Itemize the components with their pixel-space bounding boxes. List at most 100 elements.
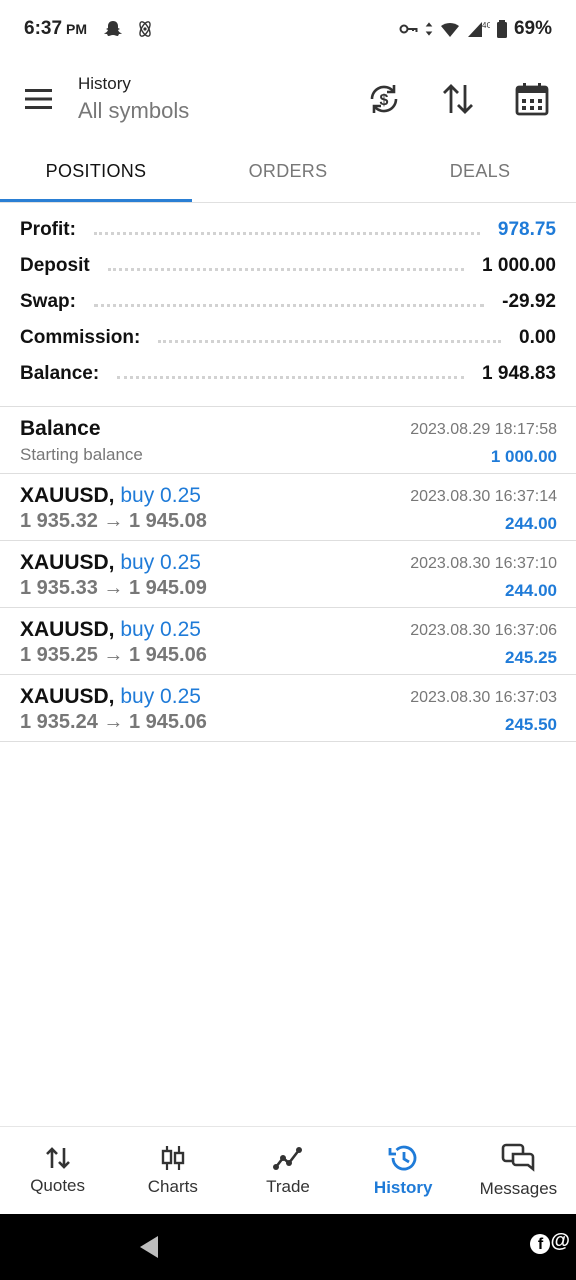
deal-title: XAUUSD, buy 0.25 <box>20 551 201 575</box>
status-time: 6:37 <box>24 18 63 39</box>
trade-line-icon <box>273 1146 302 1170</box>
divider <box>0 741 576 742</box>
deal-profit: 245.50 <box>505 715 557 734</box>
deal-profit: 245.25 <box>505 648 557 667</box>
battery-icon <box>496 20 507 38</box>
nav-quotes[interactable]: Quotes <box>0 1127 115 1214</box>
deal-amount: 1 000.00 <box>490 447 557 466</box>
deal-side: buy 0.25 <box>120 551 201 574</box>
deal-prices: 1 935.25 → 1 945.06 <box>20 644 207 666</box>
summary-label: Swap: <box>20 291 76 312</box>
system-navigation-bar: f @ <box>0 1214 576 1280</box>
tab-bar: POSITIONS ORDERS DEALS <box>0 140 576 202</box>
deal-title: XAUUSD, buy 0.25 <box>20 484 201 508</box>
dotted-leader <box>93 225 480 235</box>
atom-icon <box>139 21 151 37</box>
nav-messages[interactable]: Messages <box>461 1127 576 1214</box>
summary-row-commission: Commission: 0.00 <box>0 320 576 356</box>
back-icon[interactable] <box>136 1234 162 1260</box>
summary-row-profit: Profit: 978.75 <box>0 212 576 248</box>
sort-arrows-icon <box>443 84 473 114</box>
tab-deals[interactable]: DEALS <box>384 140 576 202</box>
snapchat-icon <box>104 21 123 36</box>
toolbar: History All symbols $ <box>0 58 576 140</box>
summary-value: 1 000.00 <box>482 255 556 276</box>
key-icon <box>399 24 418 34</box>
page-title: History <box>78 74 131 93</box>
data-arrows-icon <box>425 22 433 36</box>
deal-time: 2023.08.30 16:37:06 <box>410 622 557 639</box>
summary-value: 978.75 <box>497 219 556 240</box>
deal-symbol: XAUUSD, <box>20 551 115 574</box>
deal-time: 2023.08.30 16:37:10 <box>410 555 557 572</box>
calendar-icon <box>515 83 549 116</box>
deal-title: XAUUSD, buy 0.25 <box>20 618 201 642</box>
status-ampm: PM <box>66 21 88 37</box>
deal-title: XAUUSD, buy 0.25 <box>20 685 201 709</box>
summary-label: Commission: <box>20 327 141 348</box>
nav-trade[interactable]: Trade <box>230 1127 345 1214</box>
deal-row[interactable]: XAUUSD, buy 0.25 1 935.33 → 1 945.09 202… <box>0 541 576 608</box>
deal-time: 2023.08.30 16:37:14 <box>410 488 557 505</box>
watermark-text: @ <box>550 1230 570 1252</box>
nav-label: Trade <box>266 1176 310 1196</box>
deal-side: buy 0.25 <box>120 685 201 708</box>
tab-orders[interactable]: ORDERS <box>192 140 384 202</box>
battery-percent: 69% <box>513 18 552 39</box>
menu-icon <box>25 89 52 109</box>
currency-sync-button[interactable]: $ <box>360 75 408 123</box>
signal-icon: 4G <box>467 21 490 37</box>
title-block[interactable]: History All symbols <box>78 74 189 124</box>
calendar-button[interactable] <box>508 75 556 123</box>
nav-label: Quotes <box>30 1175 85 1195</box>
deal-symbol: XAUUSD, <box>20 618 115 641</box>
nav-label: Messages <box>479 1178 558 1198</box>
balance-title: Balance <box>20 417 101 440</box>
candlestick-icon <box>161 1145 184 1170</box>
deal-symbol: XAUUSD, <box>20 685 115 708</box>
watermark: f @ <box>530 1230 570 1254</box>
balance-entry[interactable]: Balance Starting balance 2023.08.29 18:1… <box>0 407 576 474</box>
deal-prices: 1 935.32 → 1 945.08 <box>20 510 207 532</box>
dotted-leader <box>117 369 465 379</box>
summary-section: Profit: 978.75 Deposit 1 000.00 Swap: -2… <box>0 212 576 392</box>
summary-value: 0.00 <box>519 327 556 348</box>
network-type: 4G <box>482 21 490 30</box>
nav-history[interactable]: History <box>346 1127 461 1214</box>
deal-row[interactable]: XAUUSD, buy 0.25 1 935.24 → 1 945.06 202… <box>0 675 576 742</box>
summary-value: 1 948.83 <box>482 363 556 384</box>
wifi-icon <box>440 23 459 37</box>
summary-row-balance: Balance: 1 948.83 <box>0 356 576 392</box>
symbol-filter: All symbols <box>78 98 190 123</box>
tab-positions[interactable]: POSITIONS <box>0 140 192 202</box>
messages-icon <box>502 1143 535 1172</box>
deal-time: 2023.08.29 18:17:58 <box>410 421 557 438</box>
deal-row[interactable]: XAUUSD, buy 0.25 1 935.25 → 1 945.06 202… <box>0 608 576 675</box>
dotted-leader <box>107 261 465 271</box>
deal-symbol: XAUUSD, <box>20 484 115 507</box>
nav-label: History <box>373 1177 433 1197</box>
deal-profit: 244.00 <box>505 514 557 533</box>
svg-text:$: $ <box>380 92 389 109</box>
bottom-navigation: Quotes Charts Trade History Messages <box>0 1126 576 1214</box>
deal-row[interactable]: XAUUSD, buy 0.25 1 935.32 → 1 945.08 202… <box>0 474 576 541</box>
deal-prices: 1 935.24 → 1 945.06 <box>20 711 207 733</box>
nav-charts[interactable]: Charts <box>115 1127 230 1214</box>
summary-label: Deposit <box>20 255 90 276</box>
summary-label: Profit: <box>20 219 76 240</box>
tabs-divider <box>0 202 576 203</box>
deal-side: buy 0.25 <box>120 484 201 507</box>
deal-time: 2023.08.30 16:37:03 <box>410 689 557 706</box>
status-bar: 6:37 PM 4G 69% <box>0 0 576 58</box>
summary-label: Balance: <box>20 363 100 384</box>
deal-profit: 244.00 <box>505 581 557 600</box>
sort-button[interactable] <box>434 75 482 123</box>
deal-side: buy 0.25 <box>120 618 201 641</box>
dotted-leader <box>158 333 502 343</box>
nav-label: Charts <box>147 1176 198 1196</box>
currency-sync-icon: $ <box>370 85 398 113</box>
facebook-icon: f <box>530 1234 551 1254</box>
balance-subtitle: Starting balance <box>20 445 143 464</box>
deal-prices: 1 935.33 → 1 945.09 <box>20 577 207 599</box>
menu-button[interactable] <box>0 58 78 140</box>
